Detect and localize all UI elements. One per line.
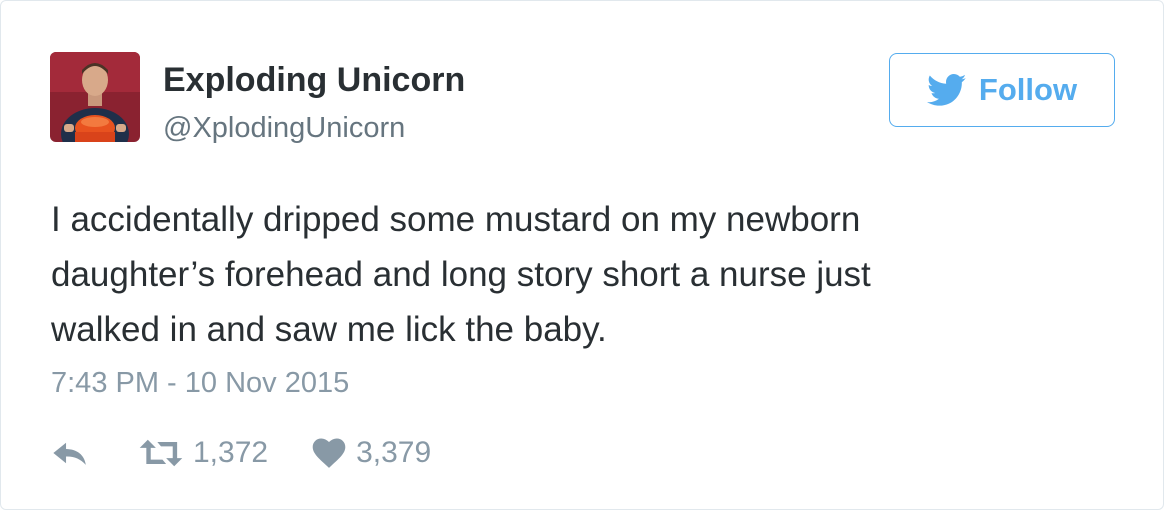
retweet-button[interactable]: 1,372 — [139, 433, 268, 473]
retweet-icon — [139, 439, 183, 467]
tweet-text: I accidentally dripped some mustard on m… — [51, 192, 1051, 357]
twitter-bird-icon — [926, 73, 967, 107]
avatar[interactable] — [50, 52, 140, 142]
tweet-text-line: walked in and saw me lick the baby. — [51, 310, 607, 349]
reply-icon — [53, 442, 86, 465]
profile-photo-image — [50, 52, 140, 142]
tweet-text-line: I accidentally dripped some mustard on m… — [51, 200, 861, 239]
heart-icon — [312, 438, 346, 468]
follow-label: Follow — [978, 72, 1078, 107]
retweet-count: 1,372 — [193, 436, 269, 469]
reply-button[interactable] — [51, 438, 89, 468]
tweet-timestamp[interactable]: 7:43 PM - 10 Nov 2015 — [51, 363, 349, 403]
tweet-actions: 1,372 3,379 — [51, 431, 431, 475]
tweet-text-line: daughter’s forehead and long story short… — [51, 255, 871, 294]
user-handle[interactable]: @XplodingUnicorn — [163, 108, 405, 148]
tweet-card: Exploding Unicorn @XplodingUnicorn Follo… — [0, 0, 1164, 510]
follow-button[interactable]: Follow — [889, 53, 1115, 127]
like-button[interactable]: 3,379 — [312, 433, 431, 473]
like-count: 3,379 — [356, 436, 432, 469]
display-name[interactable]: Exploding Unicorn — [163, 59, 465, 101]
